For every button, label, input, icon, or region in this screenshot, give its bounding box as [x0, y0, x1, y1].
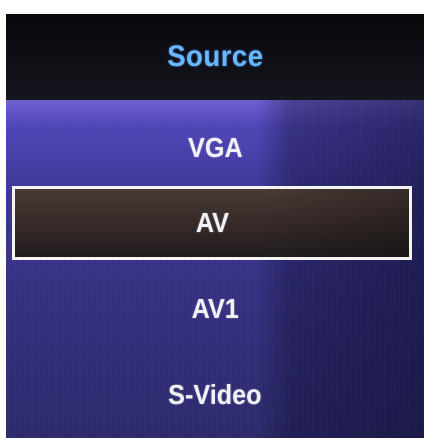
- source-option-vga[interactable]: VGA: [6, 114, 424, 182]
- source-option-av1[interactable]: AV1: [6, 272, 424, 346]
- menu-title: Source: [166, 40, 264, 73]
- source-option-label: S-Video: [168, 379, 262, 410]
- source-option-label: AV: [195, 207, 229, 238]
- source-option-av-selected[interactable]: AV: [12, 186, 412, 260]
- source-option-label: VGA: [187, 132, 243, 163]
- source-option-s-video[interactable]: S-Video: [6, 358, 424, 432]
- source-menu: Source VGA AV AV1 S-Video: [6, 14, 424, 438]
- source-list: VGA AV AV1 S-Video: [6, 100, 424, 438]
- menu-header: Source: [6, 14, 424, 100]
- source-option-label: AV1: [191, 293, 239, 324]
